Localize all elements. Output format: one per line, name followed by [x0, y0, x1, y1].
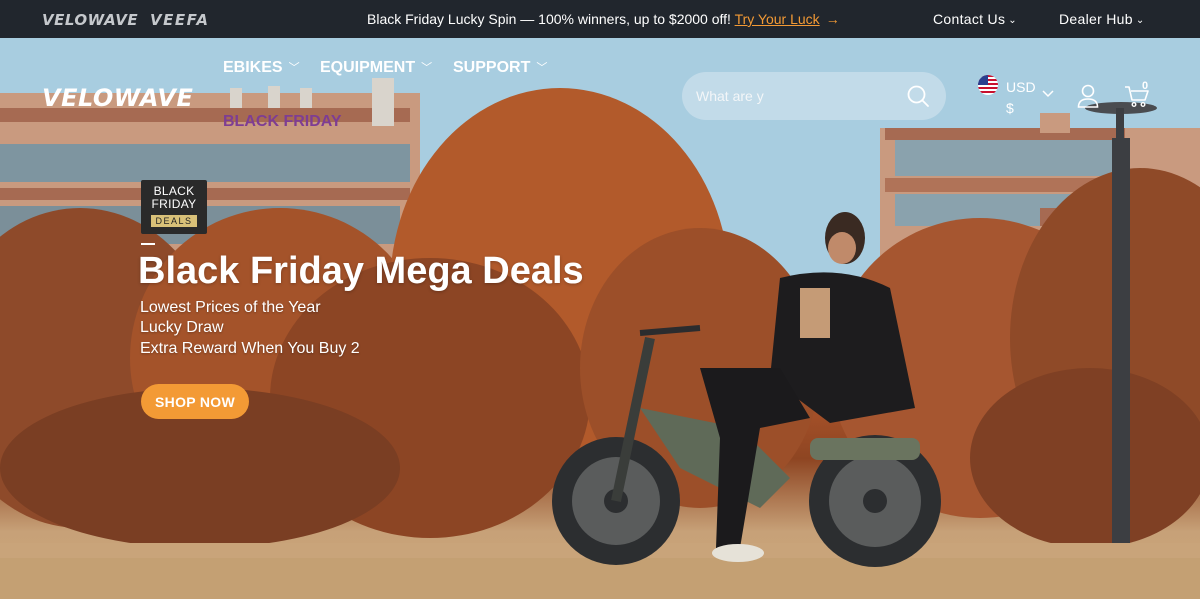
chevron-down-icon: ⌄	[1135, 15, 1145, 26]
search-box	[682, 72, 946, 120]
shop-now-button[interactable]: SHOP NOW	[141, 384, 249, 419]
search-icon[interactable]	[906, 84, 930, 108]
chevron-down-icon: ﹀	[421, 62, 433, 74]
hero-title: Black Friday Mega Deals	[138, 250, 584, 292]
velowave-brand-link[interactable]: VELOWAVE	[42, 11, 138, 29]
user-icon[interactable]	[1077, 84, 1099, 108]
hero-line-lowest-prices: Lowest Prices of the Year	[140, 299, 321, 316]
hero-banner: VELOWAVE EBIKES ﹀ EQUIPMENT ﹀ SUPPORT ﹀ BLA…	[0, 38, 1200, 599]
nav-ebikes-label: EBIKES	[223, 59, 283, 76]
nav-equipment-label: EQUIPMENT	[320, 59, 416, 76]
nav-black-friday[interactable]: BLACK FRIDAY	[223, 113, 342, 131]
announcement-bar: VELOWAVE VEEFA Black Friday Lucky Spin —…	[0, 0, 1200, 38]
title-accent-line	[141, 243, 155, 245]
black-friday-deals-badge: BLACK FRIDAY DEALS	[141, 180, 207, 234]
hero-line-lucky-draw: Lucky Draw	[140, 319, 224, 336]
promo-announcement: Black Friday Lucky Spin — 100% winners, …	[367, 11, 840, 27]
arrow-right-icon[interactable]: →	[826, 11, 840, 27]
contact-us-menu[interactable]: Contact Us ⌄	[933, 11, 1017, 27]
veefa-brand-link[interactable]: VEEFA	[150, 11, 210, 29]
currency-selector[interactable]: USD $	[1006, 77, 1038, 119]
velowave-logo[interactable]: VELOWAVE	[42, 84, 193, 112]
chevron-down-icon[interactable]	[1042, 88, 1054, 100]
nav-equipment[interactable]: EQUIPMENT ﹀	[320, 59, 432, 77]
dealer-hub-menu[interactable]: Dealer Hub ⌄	[1059, 11, 1145, 27]
chevron-down-icon: ⌄	[1008, 15, 1017, 26]
dealer-hub-label: Dealer Hub	[1059, 11, 1133, 27]
nav-ebikes[interactable]: EBIKES ﹀	[223, 59, 300, 77]
nav-support[interactable]: SUPPORT ﹀	[453, 59, 547, 77]
try-your-luck-link[interactable]: Try Your Luck	[735, 11, 820, 27]
nav-support-label: SUPPORT	[453, 59, 531, 76]
badge-line-deals: DEALS	[151, 215, 197, 227]
cart-count-badge: 0	[1142, 80, 1149, 92]
us-flag-icon[interactable]	[978, 75, 998, 95]
promo-text: Black Friday Lucky Spin — 100% winners, …	[367, 11, 731, 27]
contact-us-label: Contact Us	[933, 11, 1006, 27]
hero-line-extra-reward: Extra Reward When You Buy 2	[140, 340, 360, 357]
badge-line-friday: FRIDAY	[151, 197, 197, 211]
chevron-down-icon: ﹀	[288, 62, 300, 74]
search-input[interactable]	[696, 86, 896, 106]
chevron-down-icon: ﹀	[536, 62, 548, 74]
